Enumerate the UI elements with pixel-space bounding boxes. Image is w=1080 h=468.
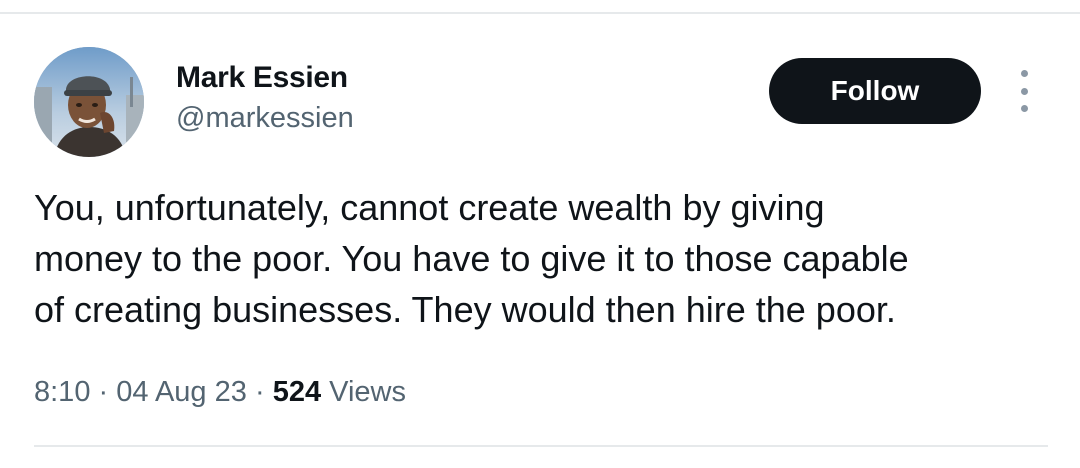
tweet-time[interactable]: 8:10 — [34, 376, 90, 408]
follow-button[interactable]: Follow — [769, 58, 981, 124]
meta-separator: · — [254, 376, 265, 408]
avatar-photo — [34, 47, 144, 157]
more-dot — [1020, 105, 1028, 112]
views-count[interactable]: 524 — [273, 376, 321, 408]
author-display-name[interactable]: Mark Essien — [176, 60, 354, 96]
views-label: Views — [329, 376, 406, 408]
tweet-text: You, unfortunately, cannot create wealth… — [34, 182, 1054, 335]
avatar[interactable] — [34, 47, 144, 157]
tweet-text-line: money to the poor. You have to give it t… — [34, 238, 909, 279]
author-handle[interactable]: @markessien — [176, 100, 354, 136]
user-info: Mark Essien @markessien — [176, 60, 354, 136]
more-dot — [1020, 87, 1028, 95]
tweet-date[interactable]: 04 Aug 23 — [116, 376, 247, 408]
tweet-meta: 8:10 · 04 Aug 23 · 524 Views — [34, 372, 406, 412]
bottom-divider — [34, 445, 1048, 447]
more-vertical-icon[interactable] — [1010, 70, 1038, 112]
top-divider — [0, 12, 1080, 14]
tweet-text-line: You, unfortunately, cannot create wealth… — [34, 187, 825, 228]
meta-separator: · — [98, 376, 109, 408]
more-dot — [1020, 70, 1028, 77]
tweet-text-line: of creating businesses. They would then … — [34, 289, 896, 330]
